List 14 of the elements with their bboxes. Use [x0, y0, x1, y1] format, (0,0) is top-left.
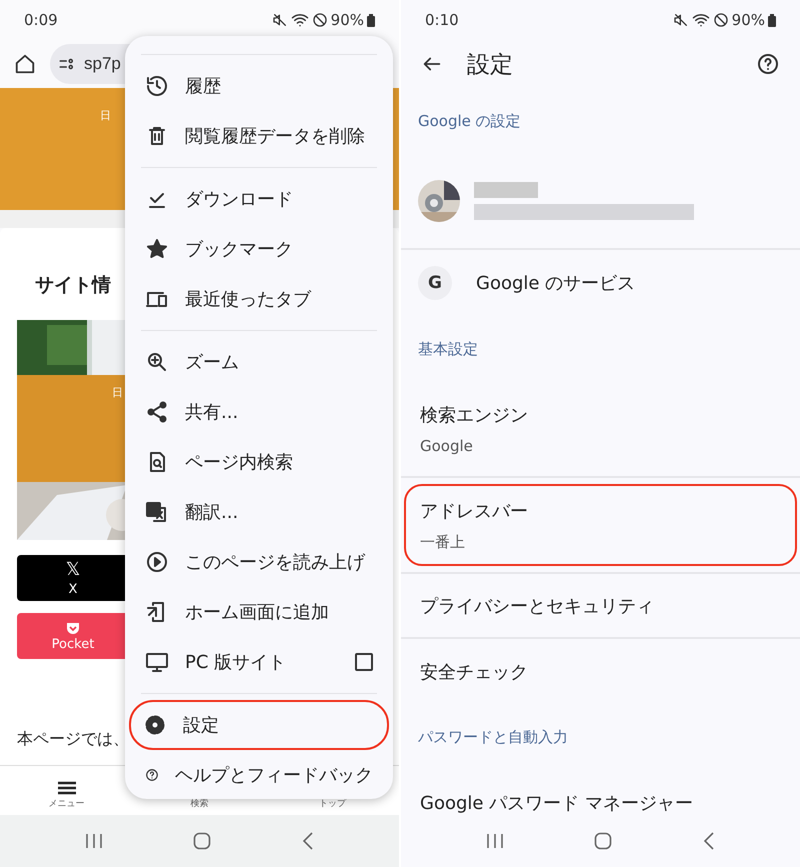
banner-text: 日	[100, 108, 111, 124]
section-header: 基本設定	[418, 340, 478, 358]
section-header: Google の設定	[418, 112, 521, 130]
google-icon: G	[418, 266, 452, 300]
battery-percent: 90%	[732, 11, 765, 29]
body-text: 本ページでは、	[17, 729, 130, 750]
section-header: パスワードと自動入力	[418, 728, 568, 746]
section-heading: サイト情	[35, 273, 111, 298]
battery-percent: 90%	[330, 11, 364, 29]
image-caption: 日	[112, 385, 123, 400]
setting-label: Google のサービス	[476, 272, 636, 295]
status-time: 0:09	[24, 11, 58, 29]
page-title: 設定	[467, 50, 514, 80]
status-time: 0:10	[425, 11, 459, 29]
